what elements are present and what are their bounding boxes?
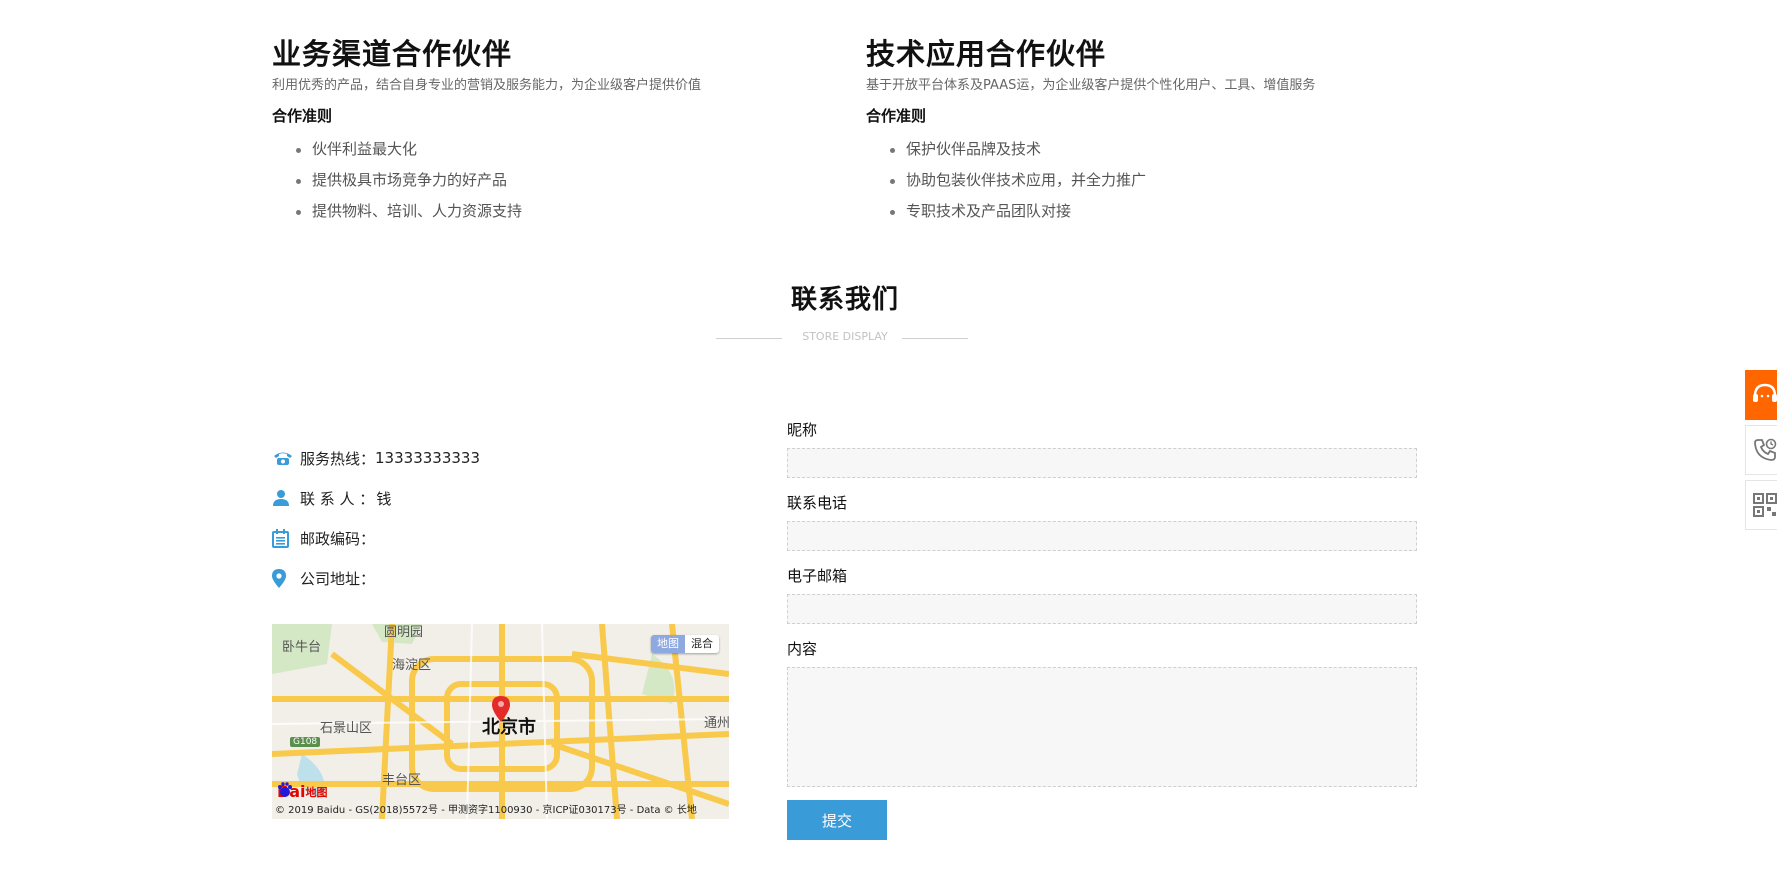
list-item: 提供物料、培训、人力资源支持 bbox=[296, 196, 792, 227]
list-item: 专职技术及产品团队对接 bbox=[890, 196, 1486, 227]
phone-icon bbox=[272, 447, 296, 469]
address-label: 公司地址： bbox=[300, 569, 376, 588]
business-principles-heading: 合作准则 bbox=[272, 107, 333, 125]
contact-title: 联系我们 bbox=[790, 285, 899, 315]
customer-service-icon bbox=[1753, 383, 1777, 402]
contact-person-row: 联 系 人 ： 钱 bbox=[272, 486, 391, 510]
map-type-hybrid[interactable]: 混合 bbox=[685, 635, 719, 653]
contact-person-value: 钱 bbox=[376, 489, 392, 508]
map-label: 卧牛台 bbox=[282, 640, 322, 655]
nickname-input[interactable] bbox=[787, 448, 1417, 478]
user-icon bbox=[272, 487, 296, 509]
hotline-row: 服务热线： 13333333333 bbox=[272, 446, 480, 470]
list-item: 伙伴利益最大化 bbox=[296, 134, 792, 165]
email-label: 电子邮箱 bbox=[787, 567, 848, 585]
email-input[interactable] bbox=[787, 594, 1417, 624]
postcode-row: 邮政编码： bbox=[272, 526, 375, 550]
map-type-map[interactable]: 地图 bbox=[651, 635, 685, 653]
map-label: 丰台区 bbox=[382, 773, 422, 788]
tech-partner-subtitle: 基于开放平台体系及PAAS运，为企业级客户提供个性化用户、工具、增值服务 bbox=[866, 78, 1316, 93]
map-type-toggle[interactable]: 地图 混合 bbox=[651, 635, 719, 653]
map-label: 海淀区 bbox=[392, 658, 432, 673]
baidu-logo-suffix: 地图 bbox=[305, 785, 328, 799]
address-row: 公司地址： bbox=[272, 566, 375, 590]
business-partner-section: 业务渠道合作伙伴 利用优秀的产品，结合自身专业的营销及服务能力，为企业级客户提供… bbox=[272, 36, 792, 227]
customer-service-button[interactable] bbox=[1745, 370, 1777, 420]
list-item: 提供极具市场竞争力的好产品 bbox=[296, 165, 792, 196]
map-label: 圆明园 bbox=[384, 625, 424, 640]
nickname-label: 昵称 bbox=[787, 421, 818, 439]
tech-partner-section: 技术应用合作伙伴 基于开放平台体系及PAAS运，为企业级客户提供个性化用户、工具… bbox=[866, 36, 1486, 227]
business-principles-list: 伙伴利益最大化 提供极具市场竞争力的好产品 提供物料、培训、人力资源支持 bbox=[272, 134, 792, 227]
tech-principles-list: 保护伙伴品牌及技术 协助包装伙伴技术应用，并全力推广 专职技术及产品团队对接 bbox=[866, 134, 1486, 227]
map-copyright: © 2019 Baidu - GS(2018)5572号 - 甲测资字11009… bbox=[275, 805, 697, 816]
content-textarea[interactable] bbox=[787, 667, 1417, 787]
phone-input[interactable] bbox=[787, 521, 1417, 551]
contact-subtitle: STORE DISPLAY bbox=[802, 330, 888, 343]
baidu-paw-icon bbox=[278, 782, 292, 797]
postcode-label: 邮政编码： bbox=[300, 529, 376, 548]
map-label: 石景山区 bbox=[320, 721, 373, 736]
list-item: 协助包装伙伴技术应用，并全力推广 bbox=[890, 165, 1486, 196]
phone-call-icon bbox=[1754, 438, 1777, 461]
business-partner-subtitle: 利用优秀的产品，结合自身专业的营销及服务能力，为企业级客户提供价值 bbox=[272, 78, 702, 93]
qrcode-icon bbox=[1753, 493, 1777, 517]
phone-call-button[interactable] bbox=[1745, 425, 1777, 475]
submit-button[interactable]: 提交 bbox=[787, 800, 887, 840]
baidu-map[interactable]: 海淀区 石景山区 丰台区 卧牛台 圆明园 通州 G108 北京市 地图 混合 B… bbox=[272, 624, 729, 819]
tech-principles-heading: 合作准则 bbox=[866, 107, 927, 125]
calendar-icon bbox=[272, 527, 296, 549]
business-partner-title: 业务渠道合作伙伴 bbox=[272, 37, 513, 71]
map-label: 通州 bbox=[704, 716, 729, 731]
list-item: 保护伙伴品牌及技术 bbox=[890, 134, 1486, 165]
content-label: 内容 bbox=[787, 640, 818, 658]
map-label: G108 bbox=[290, 737, 321, 747]
phone-label: 联系电话 bbox=[787, 494, 848, 512]
hotline-label: 服务热线： bbox=[300, 449, 376, 468]
baidu-logo[interactable]: Bai 地图 bbox=[277, 782, 327, 801]
divider bbox=[902, 338, 968, 339]
contact-person-label: 联 系 人 ： bbox=[300, 489, 375, 508]
hotline-value: 13333333333 bbox=[375, 449, 480, 467]
contact-form: 昵称 联系电话 电子邮箱 内容 提交 bbox=[787, 420, 1417, 840]
qrcode-button[interactable] bbox=[1745, 480, 1777, 530]
location-pin-icon bbox=[272, 567, 296, 589]
tech-partner-title: 技术应用合作伙伴 bbox=[866, 37, 1107, 71]
